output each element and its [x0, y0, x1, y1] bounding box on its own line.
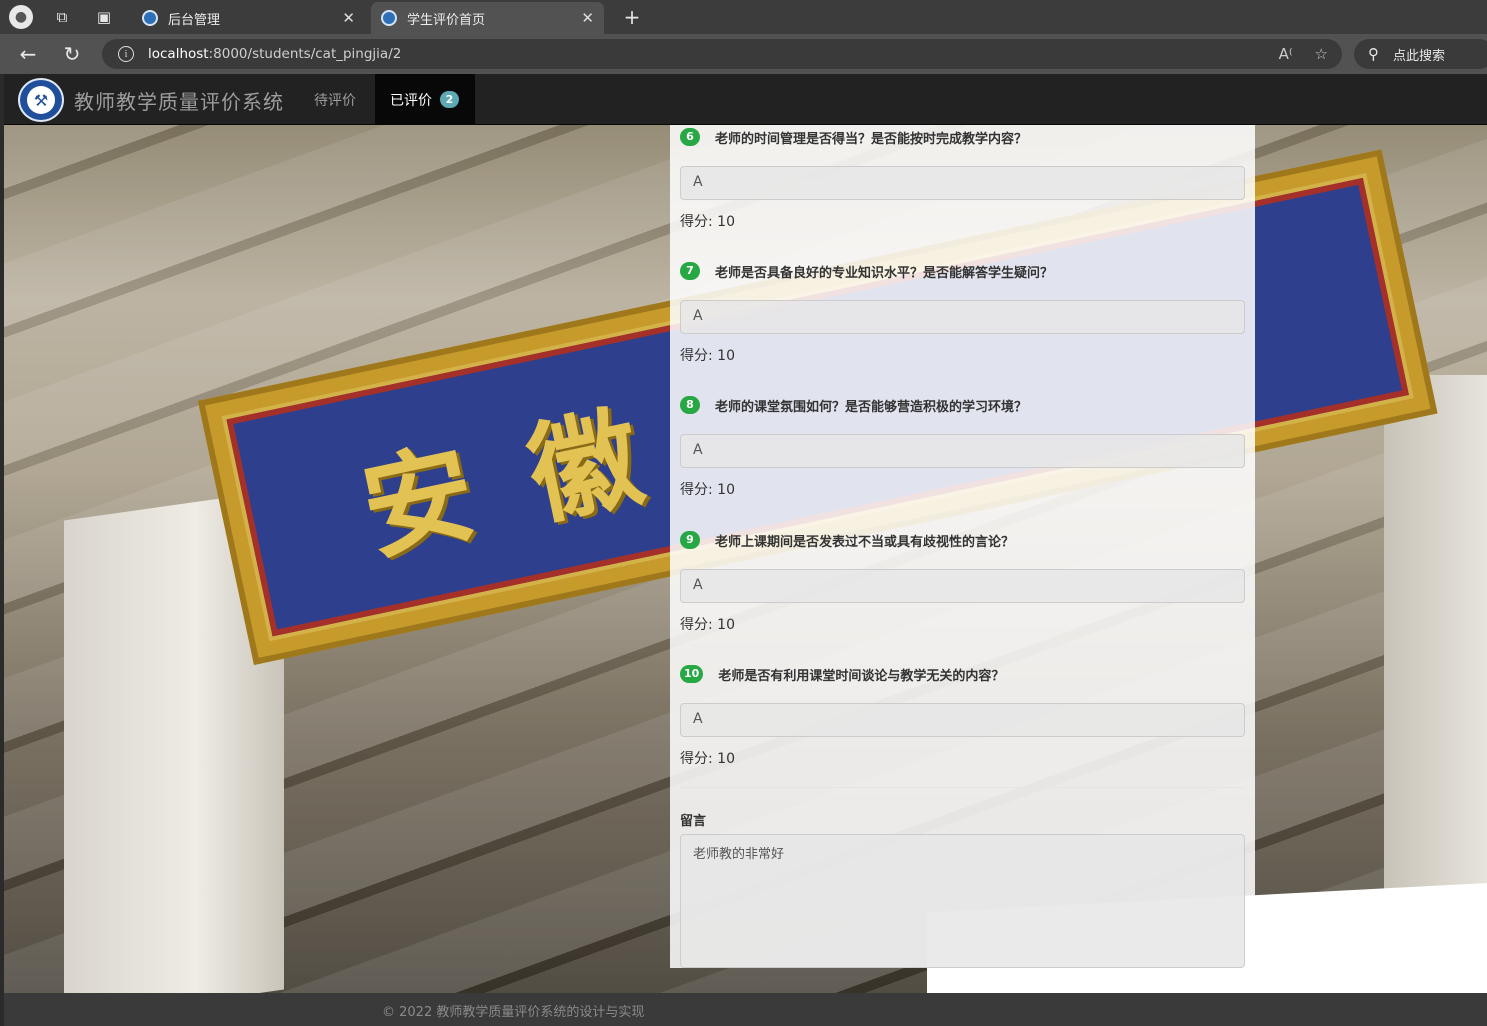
score-text: 得分: 10 — [680, 214, 735, 230]
nav-pending-evaluations[interactable]: 待评价 — [299, 74, 371, 125]
question-text: 老师的课堂氛围如何？是否能够营造积极的学习环境？ — [715, 399, 1028, 415]
question-number-badge: 7 — [680, 262, 700, 280]
question-number-badge: 10 — [680, 665, 704, 683]
info-icon[interactable]: i — [118, 46, 134, 62]
question-text: 老师的时间管理是否得当？是否能按时完成教学内容？ — [715, 131, 1028, 147]
profile-icon[interactable]: ● — [9, 5, 33, 29]
browser-toolbar: ← ↻ i localhost:8000/students/cat_pingji… — [0, 34, 1487, 74]
url-text[interactable]: localhost:8000/students/cat_pingjia/2 — [148, 46, 401, 62]
site-navbar: ⚒ 教师教学质量评价系统 待评价 已评价 2 — [4, 74, 1487, 125]
score-text: 得分: 10 — [680, 348, 735, 364]
reload-icon[interactable]: ↻ — [60, 42, 84, 66]
search-box[interactable]: ⚲ 点此搜索 — [1354, 39, 1487, 69]
question-title: 10 老师是否有利用课堂时间谈论与教学无关的内容？ — [680, 662, 1245, 686]
score-text: 得分: 10 — [680, 482, 735, 498]
search-icon: ⚲ — [1368, 45, 1379, 63]
browser-tab-strip: ● ⧉ ▣ 后台管理 ✕ 学生评价首页 ✕ + — [0, 0, 1487, 34]
answer-field[interactable]: A — [680, 166, 1245, 200]
sign-character: 徽 — [517, 391, 653, 541]
question-item: 8 老师的课堂氛围如何？是否能够营造积极的学习环境？ A 得分: 10 — [680, 393, 1245, 499]
nav-label: 已评价 — [390, 92, 432, 109]
read-aloud-icon[interactable]: A⁽ — [1279, 45, 1293, 63]
question-text: 老师是否有利用课堂时间谈论与教学无关的内容？ — [718, 668, 1005, 684]
browser-tab-student-home[interactable]: 学生评价首页 ✕ — [371, 2, 604, 34]
footer-text: © 2022 教师教学质量评价系统的设计与实现 — [382, 1005, 645, 1020]
site-favicon-icon — [142, 10, 158, 26]
favorite-star-icon[interactable]: ☆ — [1315, 45, 1328, 63]
workspaces-icon[interactable]: ⧉ — [50, 5, 74, 29]
browser-tab-admin[interactable]: 后台管理 ✕ — [132, 2, 365, 34]
question-number-badge: 9 — [680, 531, 700, 549]
site-favicon-icon — [381, 10, 397, 26]
question-item: 9 老师上课期间是否发表过不当或具有歧视性的言论？ A 得分: 10 — [680, 528, 1245, 634]
question-title: 9 老师上课期间是否发表过不当或具有歧视性的言论？ — [680, 528, 1245, 552]
question-title: 6 老师的时间管理是否得当？是否能按时完成教学内容？ — [680, 125, 1245, 149]
site-brand[interactable]: 教师教学质量评价系统 — [74, 86, 284, 115]
nav-label: 待评价 — [314, 92, 356, 109]
back-icon[interactable]: ← — [16, 42, 40, 66]
question-text: 老师是否具备良好的专业知识水平？是否能解答学生疑问？ — [715, 265, 1054, 281]
close-icon[interactable]: ✕ — [581, 9, 594, 27]
site-footer: © 2022 教师教学质量评价系统的设计与实现 — [4, 993, 1487, 1026]
score-text: 得分: 10 — [680, 617, 735, 633]
question-item: 7 老师是否具备良好的专业知识水平？是否能解答学生疑问？ A 得分: 10 — [680, 259, 1245, 365]
close-icon[interactable]: ✕ — [342, 9, 355, 27]
comment-label: 留言 — [680, 814, 707, 829]
address-bar[interactable]: i localhost:8000/students/cat_pingjia/2 … — [102, 39, 1342, 69]
question-number-badge: 8 — [680, 396, 700, 414]
answer-field[interactable]: A — [680, 569, 1245, 603]
question-title: 7 老师是否具备良好的专业知识水平？是否能解答学生疑问？ — [680, 259, 1245, 283]
comment-textarea[interactable]: 老师教的非常好 — [680, 834, 1245, 968]
nav-completed-evaluations[interactable]: 已评价 2 — [375, 74, 475, 125]
tab-label: 后台管理 — [168, 12, 221, 28]
section-divider — [680, 787, 1245, 788]
new-tab-icon[interactable]: + — [620, 5, 644, 29]
search-label: 点此搜索 — [1393, 48, 1446, 64]
logo-emblem-icon: ⚒ — [27, 86, 55, 114]
question-item: 6 老师的时间管理是否得当？是否能按时完成教学内容？ A 得分: 10 — [680, 125, 1245, 231]
count-badge: 2 — [440, 91, 459, 108]
answer-field[interactable]: A — [680, 300, 1245, 334]
answer-field[interactable]: A — [680, 703, 1245, 737]
university-logo[interactable]: ⚒ — [18, 78, 64, 122]
tab-label: 学生评价首页 — [407, 12, 486, 28]
page-viewport: 安 徽 ⚒ 教师教学质量评价系统 待评价 已评价 2 6 老师的时间管理是否得当… — [4, 74, 1487, 1026]
question-number-badge: 6 — [680, 128, 700, 146]
sign-character: 安 — [351, 427, 486, 577]
evaluation-form-panel: 6 老师的时间管理是否得当？是否能按时完成教学内容？ A 得分: 10 7 老师… — [670, 125, 1255, 968]
answer-field[interactable]: A — [680, 434, 1245, 468]
building-pillar — [1384, 375, 1487, 935]
score-text: 得分: 10 — [680, 751, 735, 767]
question-item: 10 老师是否有利用课堂时间谈论与教学无关的内容？ A 得分: 10 — [680, 662, 1245, 768]
tab-actions-icon[interactable]: ▣ — [92, 5, 116, 29]
question-title: 8 老师的课堂氛围如何？是否能够营造积极的学习环境？ — [680, 393, 1245, 417]
question-text: 老师上课期间是否发表过不当或具有歧视性的言论？ — [715, 534, 1015, 550]
